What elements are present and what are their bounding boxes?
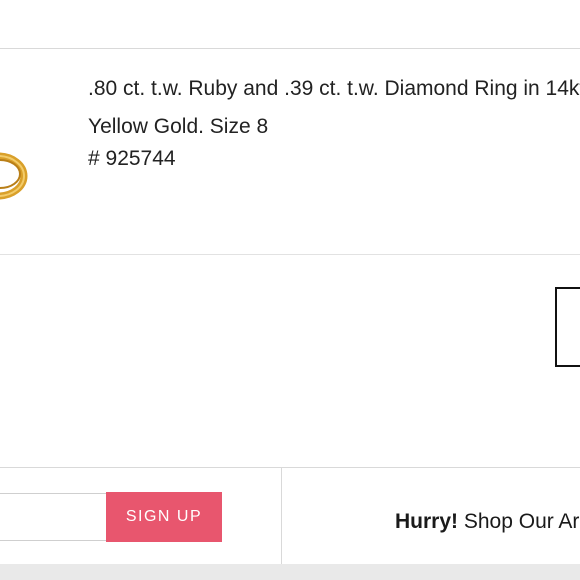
product-title[interactable]: .80 ct. t.w. Ruby and .39 ct. t.w. Diamo… [88, 70, 580, 146]
footer-row: SIGN UP Hurry! Shop Our Ar [0, 468, 580, 564]
gold-ring-image[interactable] [0, 124, 28, 212]
page: .80 ct. t.w. Ruby and .39 ct. t.w. Diamo… [0, 0, 580, 580]
product-actions-row [0, 255, 580, 468]
promo-emphasis: Hurry! [395, 510, 459, 533]
footer-divider [281, 468, 282, 564]
product-row[interactable]: .80 ct. t.w. Ruby and .39 ct. t.w. Diamo… [0, 49, 580, 255]
sign-up-button[interactable]: SIGN UP [106, 492, 222, 542]
email-field[interactable] [0, 493, 106, 541]
product-sku: # 925744 [88, 147, 176, 170]
promo-text[interactable]: Hurry! Shop Our Ar [395, 510, 579, 534]
header-strip [0, 0, 580, 49]
outlined-button[interactable] [555, 287, 580, 367]
promo-message: Shop Our Ar [458, 510, 580, 533]
bottom-band [0, 564, 580, 580]
